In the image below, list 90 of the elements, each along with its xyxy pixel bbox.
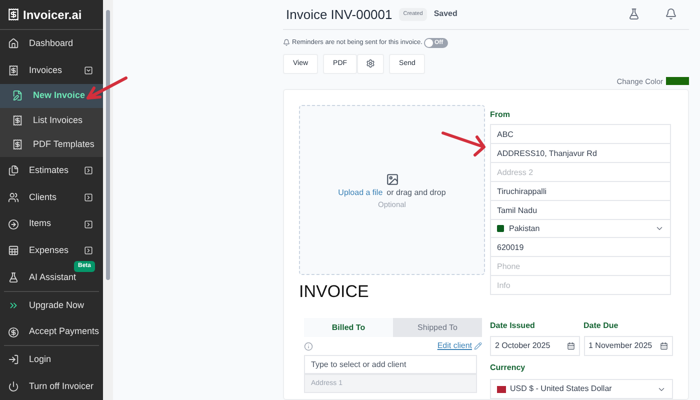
document-title: INVOICE — [299, 283, 370, 300]
item-label: Dashboard — [29, 36, 74, 50]
input-field[interactable]: Tiruchirappalli — [490, 181, 671, 201]
client-tab[interactable]: Shipped To — [393, 318, 482, 337]
power-icon — [8, 381, 19, 392]
currency-select[interactable]: USD $ - United States Dollar — [490, 379, 673, 399]
sidebar-item[interactable]: Login — [0, 346, 103, 374]
submenu-item[interactable]: List Invoices — [0, 108, 103, 133]
info-icon — [304, 342, 313, 350]
client-tab[interactable]: Billed To — [304, 318, 393, 337]
date-field[interactable]: 1 November 2025 — [584, 336, 673, 356]
submenu-item[interactable]: PDF Templates — [0, 132, 103, 158]
chevron-icon[interactable] — [84, 166, 93, 176]
pencil-icon — [474, 342, 482, 350]
sidebar-item[interactable]: Estimates — [0, 157, 103, 184]
color-swatch[interactable] — [666, 77, 689, 86]
calendar-icon — [660, 342, 668, 350]
item-label: Turn off Invoicer — [29, 380, 94, 393]
input-field[interactable]: 620019 — [490, 237, 671, 257]
item-label: Items — [29, 217, 52, 230]
field-label: Date Issued — [490, 320, 536, 332]
select-value: USD $ - United States Dollar — [510, 383, 613, 395]
input-field[interactable]: Address 2 — [490, 162, 671, 182]
logo-icon — [7, 8, 20, 22]
annotation-arrow — [441, 131, 487, 158]
sidebar-item[interactable]: Dashboard — [0, 30, 103, 57]
house-icon — [8, 38, 19, 49]
users-icon — [8, 192, 19, 203]
sidebar-item[interactable]: Invoices — [0, 56, 103, 84]
select-value: Pakistan — [509, 222, 541, 234]
chevron-icon[interactable] — [84, 192, 93, 202]
input-field[interactable]: ABC — [490, 124, 671, 144]
input-field[interactable]: Info — [490, 275, 671, 295]
chevron-icon — [655, 224, 664, 233]
files-icon — [8, 165, 19, 176]
edit-client-link[interactable]: Edit client — [437, 340, 472, 352]
input-field[interactable]: ADDRESS10, Thanjavur Rd — [490, 143, 671, 163]
item-label: Accept Payments — [29, 325, 100, 338]
bell-icon — [283, 39, 290, 46]
date-field[interactable]: 2 October 2025 — [490, 336, 580, 356]
section-label: From — [490, 109, 511, 121]
chevron-icon[interactable] — [84, 220, 93, 229]
table-icon — [8, 245, 19, 256]
item-label: Invoices — [29, 64, 64, 77]
sidebar-item[interactable]: Upgrade Now — [0, 292, 103, 319]
sidebar-item[interactable]: Accept Payments — [0, 318, 103, 346]
submenu-item[interactable]: New Invoice — [0, 84, 103, 108]
item-label: Expenses — [29, 244, 70, 258]
flag-icon — [497, 225, 504, 232]
item-label: Upgrade Now — [29, 298, 86, 312]
date-value: 1 November 2025 — [588, 340, 652, 352]
logo-text: Invoicer.ai — [23, 6, 82, 24]
field-label: Currency — [490, 362, 526, 374]
field-label: Date Due — [584, 320, 620, 332]
sidebar-item[interactable]: Items — [0, 210, 103, 238]
item-label: Login — [29, 353, 52, 366]
flask-icon[interactable] — [628, 8, 640, 20]
calendar-icon — [566, 342, 574, 350]
chevron-icon[interactable] — [84, 66, 93, 75]
date-value: 2 October 2025 — [495, 340, 550, 352]
item-label: List Invoices — [33, 114, 83, 127]
flag-icon — [497, 386, 506, 392]
image-icon — [386, 173, 398, 186]
chevron-icon[interactable] — [84, 246, 93, 256]
receipt-icon — [12, 114, 23, 126]
page-title: Invoice INV-00001 — [286, 6, 392, 24]
settings-button[interactable] — [357, 54, 384, 74]
receipt-icon — [12, 139, 23, 150]
item-label: AI Assistant — [29, 270, 78, 284]
dollar-circle-icon — [8, 326, 19, 338]
input-field[interactable]: Tamil Nadu — [490, 200, 671, 220]
receipt-icon — [8, 64, 19, 76]
sidebar-item[interactable]: Turn off Invoicer — [0, 373, 103, 400]
client-input[interactable]: Type to select or add client — [304, 355, 477, 374]
upload-link[interactable]: Upload a file — [338, 187, 383, 200]
login-icon — [8, 354, 19, 366]
sidebar-item[interactable]: Clients — [0, 184, 103, 211]
upload-text: or drag and drop — [386, 187, 446, 200]
item-label: Clients — [29, 190, 58, 204]
arrow-circle-icon — [8, 218, 19, 230]
settings-icon — [366, 59, 376, 68]
item-label: Estimates — [29, 164, 70, 177]
bell-icon[interactable] — [665, 8, 677, 20]
save-status: Saved — [434, 8, 458, 20]
double-chevron-icon — [8, 300, 19, 311]
flask-icon — [8, 272, 19, 284]
item-label: PDF Templates — [33, 138, 94, 152]
file-pen-icon — [12, 90, 23, 102]
input-field[interactable]: Phone — [490, 256, 671, 276]
item-label: New Invoice — [33, 89, 86, 102]
